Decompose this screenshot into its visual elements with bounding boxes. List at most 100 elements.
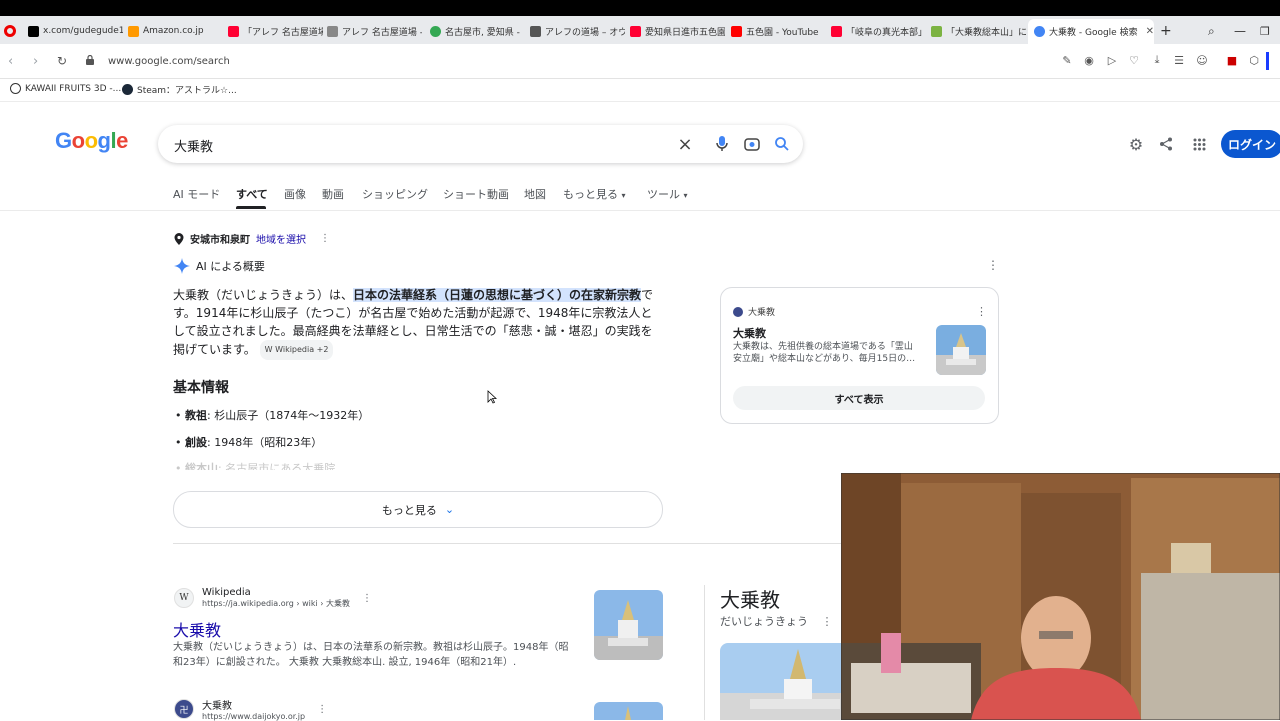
download-icon[interactable]: ⤓: [1150, 53, 1164, 67]
fact-item: • 創設: 1948年（昭和23年）: [175, 436, 323, 449]
extension-icon[interactable]: ■: [1225, 53, 1239, 67]
tab-yahoo-aleph[interactable]: 「アレフ 名古屋道場」: [228, 20, 323, 42]
search-input[interactable]: 大乗教: [174, 136, 213, 155]
source-card[interactable]: 大乗教 ⋮ 大乗教 大乗教は、先祖供養の総本道場である「霊山安立廟」や総本山など…: [720, 287, 999, 424]
search-box[interactable]: 大乗教 ×: [158, 125, 803, 163]
yahoo-icon: [831, 25, 842, 37]
bookmark-steam[interactable]: Steam：アストラル☆...: [122, 83, 237, 96]
search-icon[interactable]: [773, 135, 791, 153]
page-icon: [327, 25, 338, 37]
tab-daijokyo-hq[interactable]: 「大乗教総本山」に: [931, 20, 1026, 42]
section-divider: [173, 543, 843, 544]
result-more-icon[interactable]: ⋮: [317, 704, 327, 715]
ai-more-options-icon[interactable]: ⋮: [987, 258, 999, 272]
tab-aleph-nagoya[interactable]: アレフ 名古屋道場 -: [327, 20, 422, 42]
heart-icon[interactable]: ♡: [1127, 53, 1141, 67]
settings-gear-icon[interactable]: ⚙: [1126, 134, 1146, 154]
location-name: 安城市和泉町: [190, 235, 250, 246]
tab-google-search-active[interactable]: 大乗教 - Google 検索 ✕: [1028, 19, 1154, 44]
tab-yahoo-goshikien[interactable]: 愛知県日進市五色園: [630, 20, 725, 42]
tab-x[interactable]: x.com/gudegude14: [28, 20, 123, 42]
card-more-icon[interactable]: ⋮: [976, 305, 987, 318]
tab-aleph-dojo[interactable]: アレフの道場 – オウム: [530, 20, 625, 42]
show-more-button[interactable]: もっと見る ⌄: [173, 491, 663, 528]
cube-icon[interactable]: ⬡: [1247, 53, 1261, 67]
tab-strip: x.com/gudegude14 Amazon.co.jp 「アレフ 名古屋道場…: [0, 16, 1280, 44]
knowledge-panel-subtitle: だいじょうきょう ⋮: [720, 615, 833, 628]
google-logo[interactable]: Google: [55, 128, 128, 154]
tab-maps[interactable]: 名古屋市, 愛知県 -: [430, 20, 525, 42]
webcam-overlay: [841, 473, 1280, 720]
chevron-down-icon: ⌄: [444, 503, 455, 516]
show-all-button[interactable]: すべて表示: [733, 386, 985, 410]
apps-grid-icon[interactable]: [1189, 134, 1209, 154]
fact-item-faded: • 総本山: 名古屋市にある大乗院: [175, 462, 336, 470]
tab-youtube[interactable]: 五色園 - YouTube: [731, 20, 826, 42]
kp-more-icon[interactable]: ⋮: [822, 615, 833, 628]
forward-icon[interactable]: ›: [33, 54, 38, 69]
card-title[interactable]: 大乗教: [733, 325, 766, 341]
tab-maps[interactable]: 地図: [524, 186, 546, 202]
camera-icon[interactable]: ◉: [1082, 53, 1096, 67]
opera-menu-button[interactable]: [4, 20, 16, 42]
clear-icon[interactable]: ×: [676, 134, 694, 155]
wikipedia-icon: W: [264, 345, 273, 354]
tab-shopping[interactable]: ショッピング: [362, 186, 428, 202]
result-title-link[interactable]: 大乗教: [173, 617, 221, 641]
share-icon[interactable]: [1156, 134, 1176, 154]
back-icon[interactable]: ‹: [8, 54, 13, 69]
tab-amazon[interactable]: Amazon.co.jp: [128, 20, 223, 42]
result-source[interactable]: 卍 大乗教 https://www.daijokyo.or.jp ⋮: [174, 697, 327, 721]
tab-videos[interactable]: 動画: [322, 186, 344, 202]
result-more-icon[interactable]: ⋮: [362, 593, 372, 604]
sidebar-indicator: [1266, 52, 1269, 70]
tab-all[interactable]: すべて: [236, 186, 268, 202]
sparkle-icon: [174, 258, 190, 274]
tab-images[interactable]: 画像: [284, 186, 306, 202]
more-options-icon[interactable]: ⋮: [320, 233, 330, 244]
tab-tools[interactable]: ツール ▾: [647, 186, 688, 202]
tab-ai-mode[interactable]: AI モード: [173, 186, 220, 202]
ai-overview-label: AI による概要: [196, 260, 265, 273]
tab-more[interactable]: もっと見る ▾: [563, 186, 626, 202]
lock-icon: [86, 55, 94, 65]
tab-short-videos[interactable]: ショート動画: [443, 186, 509, 202]
location-pin-icon: [174, 232, 184, 245]
bookmark-kawaii-fruits[interactable]: KAWAII FRUITS 3D -...: [10, 83, 121, 94]
active-tab-indicator: [236, 206, 266, 209]
edit-icon[interactable]: ✎: [1060, 53, 1074, 67]
source-chip[interactable]: W Wikipedia +2: [259, 340, 334, 360]
yahoo-icon: [630, 25, 641, 37]
play-icon[interactable]: ▷: [1105, 53, 1119, 67]
url-field[interactable]: www.google.com/search: [108, 56, 230, 67]
result-thumbnail[interactable]: [594, 590, 663, 660]
caret-down-icon: ▾: [621, 191, 626, 200]
knowledge-panel-divider: [704, 585, 705, 720]
youtube-icon: [731, 25, 742, 37]
close-tab-icon[interactable]: ✕: [1146, 26, 1154, 37]
voice-search-icon[interactable]: [713, 135, 731, 153]
login-button[interactable]: ログイン: [1221, 130, 1280, 158]
lens-icon[interactable]: [743, 135, 761, 153]
site-logo-icon: 卍: [174, 699, 194, 719]
minimize-icon[interactable]: —: [1234, 20, 1246, 42]
choose-location-link[interactable]: 地域を選択: [256, 231, 306, 246]
opera-icon: [4, 25, 16, 37]
card-source: 大乗教: [733, 305, 775, 318]
result-source[interactable]: W Wikipedia https://ja.wikipedia.org › w…: [174, 587, 372, 609]
map-pin-icon: [430, 25, 441, 37]
address-bar: ‹ › ↻ www.google.com/search ✎ ◉ ▷ ♡ ⤓ ☰ …: [0, 44, 1280, 79]
yahoo-icon: [228, 25, 239, 37]
reload-icon[interactable]: ↻: [57, 54, 67, 68]
new-tab-button[interactable]: +: [1160, 20, 1172, 42]
tab-yahoo-mahikari[interactable]: 「岐阜の真光本部」の: [831, 20, 926, 42]
settings-menu-icon[interactable]: ☰: [1172, 53, 1186, 67]
profile-icon[interactable]: ☺: [1195, 53, 1209, 67]
restore-icon[interactable]: ❐: [1260, 20, 1270, 42]
result-thumbnail[interactable]: [594, 702, 663, 720]
bookmarks-bar: KAWAII FRUITS 3D -... Steam：アストラル☆...: [0, 79, 1280, 102]
card-thumbnail[interactable]: [936, 325, 986, 375]
os-top-bar: [0, 0, 1280, 16]
knowledge-panel-image[interactable]: [720, 643, 842, 720]
tab-search-icon[interactable]: ⌕: [1208, 20, 1215, 42]
